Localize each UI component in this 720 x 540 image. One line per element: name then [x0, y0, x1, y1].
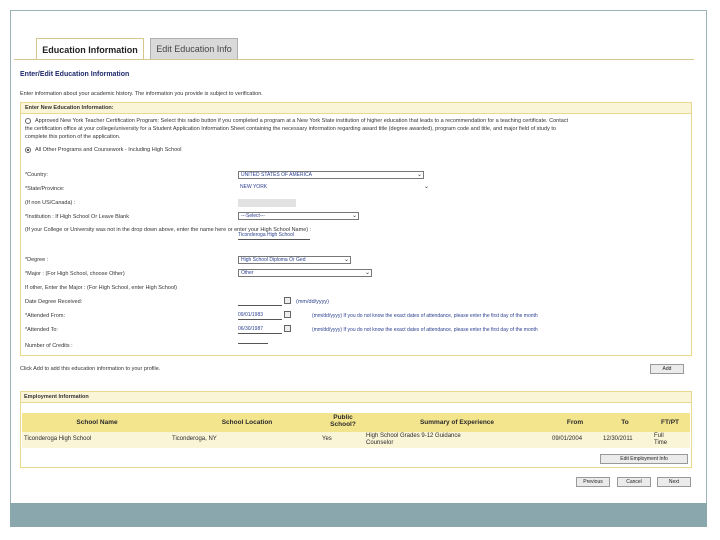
tab-divider — [14, 59, 694, 60]
bottom-bar — [10, 503, 707, 527]
calendar-icon[interactable] — [284, 297, 291, 304]
row-school: Ticonderoga High School — [24, 436, 92, 442]
col-school-name: School Name — [76, 419, 118, 426]
country-label: *Country: — [25, 172, 48, 178]
add-button[interactable]: Add — [650, 364, 684, 374]
approved-program-text: Approved New York Teacher Certification … — [35, 118, 569, 124]
high-school-name-input[interactable]: Ticonderoga High School — [238, 231, 310, 240]
date-degree-hint: (mm/dd/yyyy) — [296, 299, 329, 305]
edit-employment-button[interactable]: Edit Employment Info — [600, 454, 688, 464]
chevron-down-icon: ⌄ — [343, 257, 349, 263]
chevron-down-icon: ⌄ — [351, 213, 357, 219]
chevron-down-icon: ⌄ — [423, 184, 429, 190]
next-button[interactable]: Next — [657, 477, 691, 487]
tab-education-information[interactable]: Education Information — [36, 38, 144, 60]
approved-program-text-3: complete this portion of the application… — [25, 134, 121, 140]
degree-value: High School Diploma Or Ged — [241, 257, 306, 263]
credits-label: Number of Credits : — [25, 343, 73, 349]
attended-to-label: *Attended To: — [25, 327, 58, 333]
date-degree-label: Date Degree Received: — [25, 299, 83, 305]
calendar-icon[interactable] — [284, 325, 291, 332]
row-public: Yes — [322, 436, 332, 442]
employment-title: Employment Information — [24, 394, 89, 400]
col-ftpt: FT/PT — [660, 419, 680, 426]
attended-from-hint: (mm/dd/yyyy) If you do not know the exac… — [312, 313, 538, 319]
credits-input[interactable] — [238, 335, 268, 344]
approved-program-text-2: the certification office at your college… — [25, 126, 556, 132]
tab-edit-education-info[interactable]: Edit Education Info — [150, 38, 238, 60]
page-heading: Enter/Edit Education Information — [20, 71, 130, 78]
non-us-input[interactable] — [238, 199, 296, 207]
add-instructions: Click Add to add this education informat… — [20, 366, 161, 372]
intro-text: Enter information about your academic hi… — [20, 91, 263, 97]
all-other-programs-radio[interactable] — [25, 147, 31, 153]
col-public-school: Public School? — [330, 414, 356, 428]
attended-to-hint: (mm/dd/yyyy) If you do not know the exac… — [312, 327, 538, 333]
row-location: Ticonderoga, NY — [172, 436, 217, 442]
col-summary: Summary of Experience — [419, 419, 495, 426]
major-label: *Major : (For High School, choose Other) — [25, 271, 125, 277]
cancel-button[interactable]: Cancel — [617, 477, 651, 487]
country-select[interactable]: UNITED STATES OF AMERICA ⌄ — [238, 171, 424, 179]
institution-value: ---Select--- — [241, 213, 265, 219]
col-to: To — [621, 419, 629, 426]
chevron-down-icon: ⌄ — [416, 172, 422, 178]
row-ftpt: Full Time — [654, 433, 668, 446]
table-row — [22, 432, 690, 448]
major-value: Other — [241, 270, 254, 276]
major-select[interactable]: Other ⌄ — [238, 269, 372, 277]
row-summary: High School Grades 9-12 Guidance Counsel… — [366, 433, 461, 446]
new-education-title: Enter New Education Information: — [25, 105, 114, 111]
col-school-location: School Location — [221, 419, 273, 426]
country-value: UNITED STATES OF AMERICA — [241, 172, 312, 178]
other-major-label: If other, Enter the Major : (For High Sc… — [25, 285, 177, 291]
col-from: From — [566, 419, 584, 426]
non-us-label: (If non US/Canada) : — [25, 200, 76, 206]
previous-button[interactable]: Previous — [576, 477, 610, 487]
degree-label: *Degree : — [25, 257, 49, 263]
row-from: 09/01/2004 — [552, 436, 583, 442]
employment-header — [21, 392, 691, 403]
attended-from-label: *Attended From: — [25, 313, 66, 319]
chevron-down-icon: ⌄ — [364, 270, 370, 276]
degree-select[interactable]: High School Diploma Or Ged ⌄ — [238, 256, 351, 264]
attended-to-input[interactable]: 06/30/1987 — [238, 325, 282, 334]
calendar-icon[interactable] — [284, 311, 291, 318]
approved-program-radio[interactable] — [25, 118, 31, 124]
state-value: NEW YORK — [240, 184, 268, 190]
institution-select[interactable]: ---Select--- ⌄ — [238, 212, 359, 220]
state-select[interactable]: NEW YORK ⌄ — [238, 184, 430, 192]
state-label: *State/Province: — [25, 186, 65, 192]
institution-label: *Institution : If High School Or Leave B… — [25, 214, 129, 220]
all-other-programs-label: All Other Programs and Coursework - Incl… — [35, 147, 182, 153]
date-degree-input[interactable] — [238, 297, 282, 306]
new-education-header — [21, 103, 691, 114]
attended-from-input[interactable]: 09/01/1983 — [238, 311, 282, 320]
row-to: 12/30/2011 — [603, 436, 633, 442]
